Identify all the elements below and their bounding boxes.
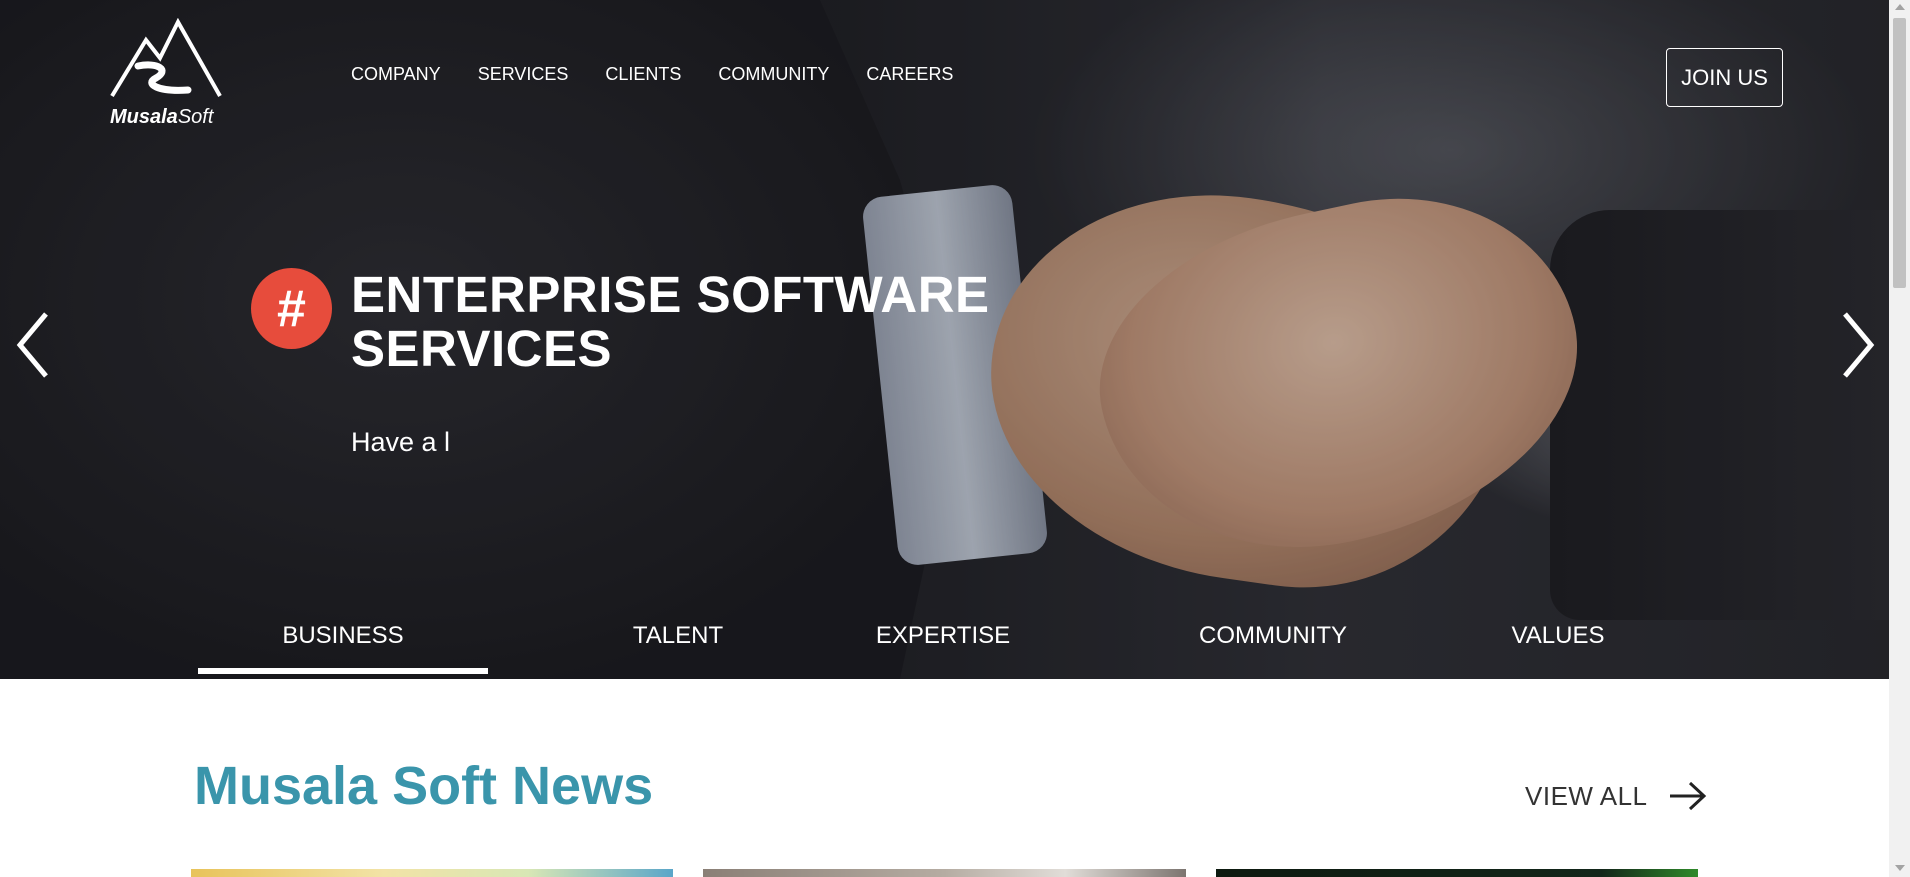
- nav-item-company[interactable]: COMPANY: [351, 64, 441, 85]
- tab-talent[interactable]: TALENT: [578, 622, 778, 674]
- slide-title-line-2: SERVICES: [351, 320, 612, 377]
- slider-prev-button[interactable]: [14, 310, 54, 380]
- view-all-label: VIEW ALL: [1525, 780, 1648, 811]
- main-nav: COMPANY SERVICES CLIENTS COMMUNITY CAREE…: [351, 64, 990, 85]
- tab-community[interactable]: COMMUNITY: [1153, 622, 1393, 674]
- hero-tabs: BUSINESS TALENT EXPERTISE COMMUNITY VALU…: [198, 622, 1648, 674]
- nav-item-careers[interactable]: CAREERS: [866, 64, 953, 85]
- scroll-down-arrow-icon[interactable]: [1895, 865, 1905, 871]
- logo-wordmark: MusalaSoft: [110, 106, 214, 128]
- chevron-right-icon: [1843, 312, 1875, 378]
- slider-next-button[interactable]: [1837, 310, 1877, 380]
- scrollbar-thumb[interactable]: [1893, 18, 1906, 288]
- page-scrollbar[interactable]: [1889, 0, 1910, 877]
- nav-item-community[interactable]: COMMUNITY: [718, 64, 829, 85]
- tab-expertise[interactable]: EXPERTISE: [838, 622, 1048, 674]
- nav-item-clients[interactable]: CLIENTS: [605, 64, 681, 85]
- slide-subtitle: Have a l: [351, 427, 451, 457]
- hashtag-badge: #: [251, 268, 332, 349]
- news-card-image[interactable]: [703, 869, 1186, 877]
- news-card-image[interactable]: [191, 869, 673, 877]
- tab-values[interactable]: VALUES: [1458, 622, 1658, 674]
- hero-slider: MusalaSoft COMPANY SERVICES CLIENTS COMM…: [0, 0, 1889, 679]
- mountain-logo-icon: [110, 17, 222, 98]
- arrow-right-icon: [1669, 781, 1706, 811]
- view-all-link[interactable]: VIEW ALL: [1525, 780, 1708, 812]
- tab-business[interactable]: BUSINESS: [198, 622, 488, 674]
- chevron-left-icon: [16, 312, 48, 378]
- slide-title: ENTERPRISE SOFTWARE SERVICES: [351, 268, 1051, 376]
- join-us-button[interactable]: JOIN US: [1666, 48, 1783, 107]
- musalasoft-logo[interactable]: MusalaSoft: [108, 17, 223, 128]
- news-card-image[interactable]: [1216, 869, 1698, 877]
- nav-item-services[interactable]: SERVICES: [478, 64, 569, 85]
- slide-title-line-1: ENTERPRISE SOFTWARE: [351, 266, 990, 323]
- news-section-title: Musala Soft News: [194, 756, 654, 816]
- scroll-up-arrow-icon[interactable]: [1895, 4, 1905, 10]
